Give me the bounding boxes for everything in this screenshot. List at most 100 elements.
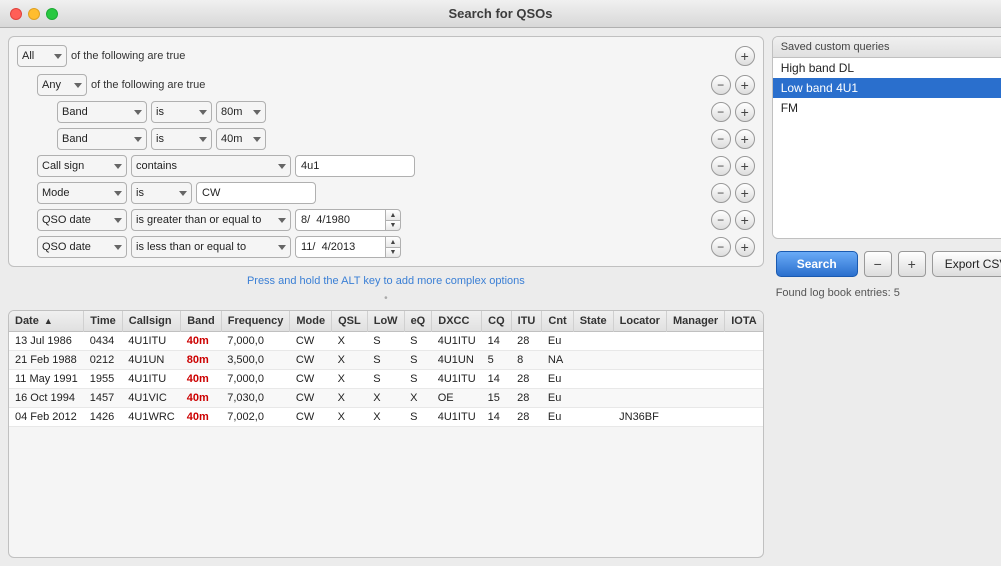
cell-band-2: 40m: [181, 370, 222, 389]
table-row[interactable]: 11 May 199119554U1ITU40m7,000,0CWXSS4U1I…: [9, 370, 763, 389]
search-button[interactable]: Search: [776, 251, 858, 277]
row5-remove-button[interactable]: −: [711, 237, 731, 257]
row1-add-button[interactable]: +: [735, 129, 755, 149]
stepper-up-5[interactable]: ▲: [385, 236, 401, 247]
cell-band-4: 40m: [181, 408, 222, 427]
row3-remove-button[interactable]: −: [711, 183, 731, 203]
query-item-2[interactable]: FM: [773, 98, 1001, 118]
cell-manager-2: [666, 370, 724, 389]
col-frequency[interactable]: Frequency: [221, 311, 290, 332]
date-input-5[interactable]: [295, 236, 385, 258]
add-query-button[interactable]: +: [898, 251, 926, 277]
top-quantifier-select[interactable]: All Any None: [17, 45, 67, 67]
close-button[interactable]: [10, 8, 22, 20]
sub-group-row: Any All None of the following are true −…: [17, 74, 755, 96]
operator-select-4[interactable]: is greater than or equal tois less than …: [131, 209, 291, 231]
field-select-1[interactable]: BandCall signModeQSO date: [57, 128, 147, 150]
operator-select-0[interactable]: isis notcontains: [151, 101, 212, 123]
sub-label: of the following are true: [91, 79, 205, 91]
col-callsign[interactable]: Callsign: [122, 311, 180, 332]
operator-select-5[interactable]: is less than or equal tois greater than …: [131, 236, 291, 258]
filter-row-5: QSO dateBandCall signMode is less than o…: [17, 236, 755, 258]
col-manager[interactable]: Manager: [666, 311, 724, 332]
query-item-1[interactable]: Low band 4U1: [773, 78, 1001, 98]
col-iota[interactable]: IOTA: [725, 311, 763, 332]
operator-select-1[interactable]: isis notcontains: [151, 128, 212, 150]
row3-add-button[interactable]: +: [735, 183, 755, 203]
field-select-3[interactable]: ModeBandCall signQSO date: [37, 182, 127, 204]
cell-iota-0: [725, 332, 763, 351]
value-select-1[interactable]: 40m80m20m: [216, 128, 266, 150]
cell-itu-1: 8: [511, 351, 542, 370]
col-time[interactable]: Time: [84, 311, 122, 332]
stepper-up-4[interactable]: ▲: [385, 209, 401, 220]
row0-remove-button[interactable]: −: [711, 102, 731, 122]
table-row[interactable]: 16 Oct 199414574U1VIC40m7,030,0CWXXXOE15…: [9, 389, 763, 408]
col-dxcc[interactable]: DXCC: [432, 311, 482, 332]
col-cnt[interactable]: Cnt: [542, 311, 573, 332]
table-row[interactable]: 04 Feb 201214264U1WRC40m7,002,0CWXXS4U1I…: [9, 408, 763, 427]
row4-add-button[interactable]: +: [735, 210, 755, 230]
top-filter-row: All Any None of the following are true +: [17, 45, 755, 67]
cell-frequency-1: 3,500,0: [221, 351, 290, 370]
sub-add-button[interactable]: +: [735, 75, 755, 95]
cell-date-3: 16 Oct 1994: [9, 389, 84, 408]
sub-quantifier-select[interactable]: Any All None: [37, 74, 87, 96]
table-row[interactable]: 21 Feb 198802124U1UN80m3,500,0CWXSS4U1UN…: [9, 351, 763, 370]
sub-remove-button[interactable]: −: [711, 75, 731, 95]
col-mode[interactable]: Mode: [290, 311, 332, 332]
value-stepper-4: ▲ ▼: [295, 209, 401, 231]
cell-manager-0: [666, 332, 724, 351]
cell-time-3: 1457: [84, 389, 122, 408]
found-text: Found log book entries: 5: [772, 285, 1001, 301]
row5-add-button[interactable]: +: [735, 237, 755, 257]
row0-add-button[interactable]: +: [735, 102, 755, 122]
table-scroll[interactable]: Date ▲ Time Callsign Band Frequency Mode…: [9, 311, 763, 557]
col-eq[interactable]: eQ: [404, 311, 432, 332]
col-itu[interactable]: ITU: [511, 311, 542, 332]
row4-remove-button[interactable]: −: [711, 210, 731, 230]
operator-select-2[interactable]: containsisis notstarts with: [131, 155, 291, 177]
col-state[interactable]: State: [573, 311, 613, 332]
top-add-button[interactable]: +: [735, 46, 755, 66]
maximize-button[interactable]: [46, 8, 58, 20]
cell-low-0: S: [367, 332, 404, 351]
col-locator[interactable]: Locator: [613, 311, 666, 332]
traffic-lights[interactable]: [10, 8, 58, 20]
cell-state-0: [573, 332, 613, 351]
row1-remove-button[interactable]: −: [711, 129, 731, 149]
cell-cnt-3: Eu: [542, 389, 573, 408]
cell-manager-1: [666, 351, 724, 370]
query-item-0[interactable]: High band DL: [773, 58, 1001, 78]
field-select-2[interactable]: Call signBandModeQSO date: [37, 155, 127, 177]
stepper-down-4[interactable]: ▼: [385, 220, 401, 231]
col-qsl[interactable]: QSL: [332, 311, 368, 332]
date-input-4[interactable]: [295, 209, 385, 231]
field-select-4[interactable]: QSO dateBandCall signMode: [37, 209, 127, 231]
export-button[interactable]: Export CSV: [932, 251, 1001, 277]
value-input-2[interactable]: [295, 155, 415, 177]
operator-select-3[interactable]: isis notcontains: [131, 182, 192, 204]
row2-add-button[interactable]: +: [735, 156, 755, 176]
col-band[interactable]: Band: [181, 311, 222, 332]
table-row[interactable]: 13 Jul 198604344U1ITU40m7,000,0CWXSS4U1I…: [9, 332, 763, 351]
row2-remove-button[interactable]: −: [711, 156, 731, 176]
cell-cq-4: 14: [482, 408, 512, 427]
value-select-0[interactable]: 80m40m20m: [216, 101, 266, 123]
window-title: Search for QSOs: [448, 6, 552, 21]
col-cq[interactable]: CQ: [482, 311, 512, 332]
cell-mode-2: CW: [290, 370, 332, 389]
cell-state-2: [573, 370, 613, 389]
col-date[interactable]: Date ▲: [9, 311, 84, 332]
field-select-5[interactable]: QSO dateBandCall signMode: [37, 236, 127, 258]
cell-callsign-1: 4U1UN: [122, 351, 180, 370]
stepper-down-5[interactable]: ▼: [385, 247, 401, 258]
col-low[interactable]: LoW: [367, 311, 404, 332]
field-select-0[interactable]: BandCall signModeQSO date: [57, 101, 147, 123]
minimize-button[interactable]: [28, 8, 40, 20]
delete-query-button[interactable]: −: [864, 251, 892, 277]
divider: •: [8, 291, 764, 306]
cell-cnt-1: NA: [542, 351, 573, 370]
queries-header: Saved custom queries ▲: [773, 37, 1001, 58]
value-input-3[interactable]: [196, 182, 316, 204]
